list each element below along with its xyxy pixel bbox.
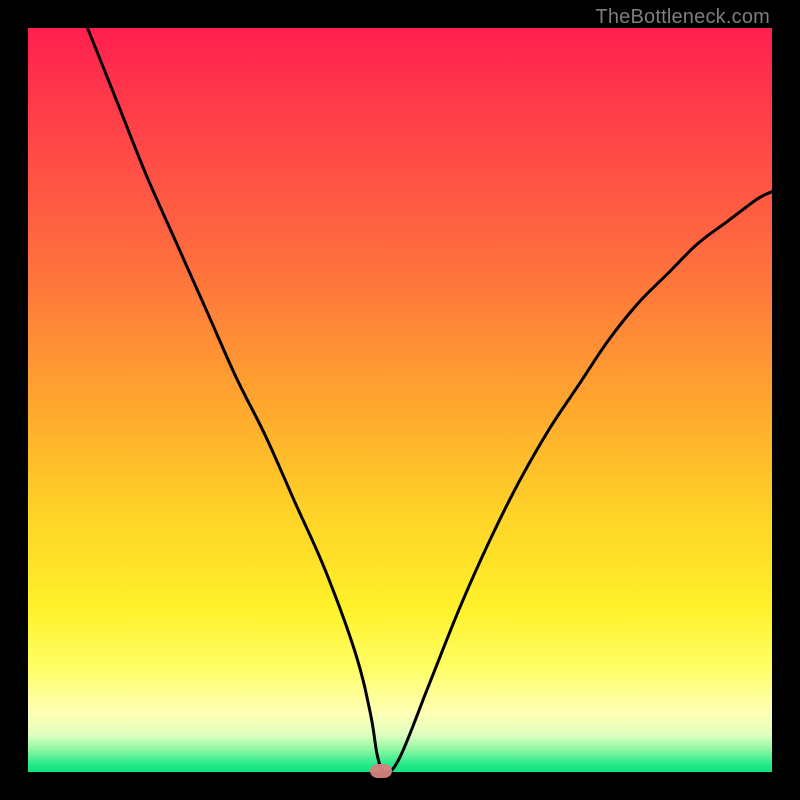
watermark-text: TheBottleneck.com xyxy=(595,6,770,29)
optimum-marker xyxy=(370,764,392,778)
plot-area xyxy=(28,28,772,772)
bottleneck-curve xyxy=(28,28,772,772)
chart-frame: TheBottleneck.com xyxy=(0,0,800,800)
